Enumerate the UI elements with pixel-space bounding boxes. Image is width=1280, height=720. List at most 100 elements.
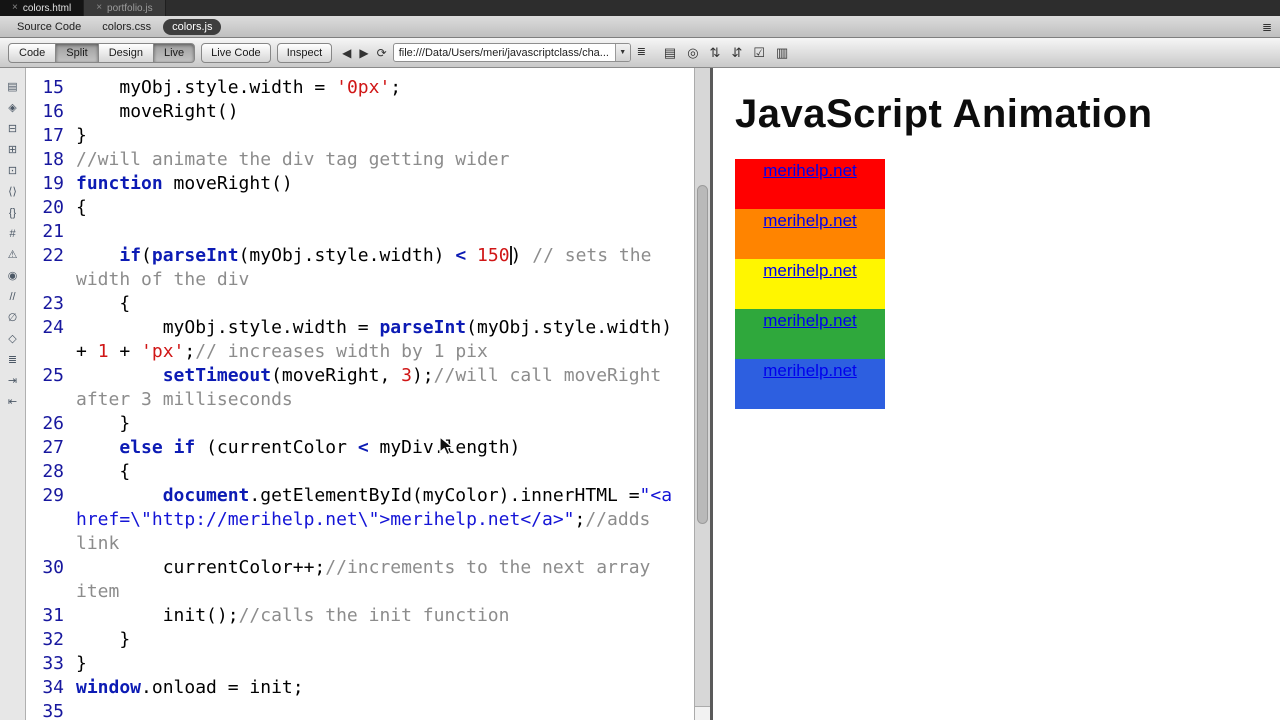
open-documents-icon[interactable]: ▤ <box>7 82 17 93</box>
view-mode-button[interactable]: Live <box>152 42 196 63</box>
code-line[interactable]: 27 else if (currentColor < myDiv.length) <box>26 436 694 460</box>
code-token: if <box>173 437 196 458</box>
code-token: ; <box>390 77 402 98</box>
code-token: 3 <box>401 365 412 386</box>
code-line[interactable]: 21 <box>26 220 694 244</box>
address-bar[interactable]: file:///Data/Users/meri/javascriptclass/… <box>392 43 631 62</box>
code-token: init(); <box>76 605 239 626</box>
color-box: merihelp.net <box>735 359 885 409</box>
get-put-files-icon[interactable]: ⇅ <box>710 46 721 59</box>
merihelp-link[interactable]: merihelp.net <box>763 261 857 280</box>
code-token: myObj.style.width = <box>76 77 337 98</box>
wrap-tag-icon[interactable]: ◇ <box>8 334 16 345</box>
merihelp-link[interactable]: merihelp.net <box>763 311 857 330</box>
code-line[interactable]: 34 window.onload = init; <box>26 676 694 700</box>
address-text: file:///Data/Users/meri/javascriptclass/… <box>398 46 609 59</box>
code-line[interactable]: 22 if(parseInt(myObj.style.width) < 150)… <box>26 244 694 292</box>
code-scrollbar[interactable] <box>694 68 710 720</box>
check-in-out-icon[interactable]: ⇵ <box>731 46 742 59</box>
code-line[interactable]: 25 setTimeout(moveRight, 3);//will call … <box>26 364 694 412</box>
line-number: 24 <box>42 317 64 338</box>
code-line[interactable]: 20 { <box>26 196 694 220</box>
document-tab[interactable]: × colors.html <box>0 0 85 16</box>
validate-markup-icon[interactable]: ☑ <box>753 46 765 59</box>
expand-all-icon[interactable]: ⊡ <box>8 166 17 177</box>
code-token: + <box>108 341 142 362</box>
close-tab-icon[interactable]: × <box>96 3 102 13</box>
syntax-error-alerts-icon[interactable]: ◉ <box>8 271 18 282</box>
code-line[interactable]: 23 { <box>26 292 694 316</box>
line-content: } <box>76 124 676 148</box>
color-box: merihelp.net <box>735 159 885 209</box>
code-line[interactable]: 24 myObj.style.width = parseInt(myObj.st… <box>26 316 694 364</box>
page-heading: JavaScript Animation <box>735 92 1153 136</box>
close-tab-icon[interactable]: × <box>12 3 18 13</box>
code-token: (currentColor <box>195 437 358 458</box>
address-dropdown-icon[interactable]: ▼ <box>614 44 630 61</box>
code-editor[interactable]: 15 myObj.style.width = '0px'; 16 moveRig… <box>26 68 694 720</box>
live-view-panel: JavaScript Animation merihelp.net merihe… <box>713 68 1280 720</box>
code-token: (moveRight, <box>271 365 402 386</box>
code-line[interactable]: 32 } <box>26 628 694 652</box>
line-content <box>76 700 676 720</box>
live-code-button[interactable]: Live Code <box>201 42 271 63</box>
show-code-navigator-icon[interactable]: ◈ <box>8 103 16 114</box>
outdent-code-icon[interactable]: ⇤ <box>8 397 17 408</box>
code-line[interactable]: 28 { <box>26 460 694 484</box>
code-token: ; <box>574 509 586 530</box>
view-mode-button[interactable]: Design <box>97 42 154 63</box>
code-line[interactable]: 18 //will animate the div tag getting wi… <box>26 148 694 172</box>
merihelp-link[interactable]: merihelp.net <box>763 361 857 380</box>
code-line[interactable]: 33 } <box>26 652 694 676</box>
view-mode-button[interactable]: Split <box>55 42 99 63</box>
panel-menu-icon[interactable]: ≣ <box>1262 20 1272 34</box>
code-line[interactable]: 35 <box>26 700 694 720</box>
code-line[interactable]: 19 function moveRight() <box>26 172 694 196</box>
code-token: ( <box>141 245 152 266</box>
code-line[interactable]: 31 init();//calls the init function <box>26 604 694 628</box>
code-line[interactable]: 26 } <box>26 412 694 436</box>
document-tab[interactable]: × portfolio.js <box>84 0 166 16</box>
select-parent-tag-icon[interactable]: ⟨⟩ <box>8 187 17 198</box>
line-content: myObj.style.width = parseInt(myObj.style… <box>76 316 676 364</box>
coding-toolbar: ▤ ◈ ⊟ ⊞ ⊡ ⟨⟩ {} # ⚠ ◉ // ∅ ◇ ≣ ⇥ ⇤ <box>0 68 26 720</box>
code-line[interactable]: 30 currentColor++;//increments to the ne… <box>26 556 694 604</box>
related-file-item[interactable]: colors.js <box>163 18 222 35</box>
merihelp-link[interactable]: merihelp.net <box>763 211 857 230</box>
compare-files-icon[interactable]: ▥ <box>776 46 788 59</box>
merihelp-link[interactable]: merihelp.net <box>763 161 857 180</box>
code-line[interactable]: 15 myObj.style.width = '0px'; <box>26 76 694 100</box>
code-line[interactable]: 17 } <box>26 124 694 148</box>
code-line[interactable]: 16 moveRight() <box>26 100 694 124</box>
refresh-icon[interactable]: ⟳ <box>377 47 387 59</box>
code-navigator-icon[interactable]: ≣ <box>637 47 646 58</box>
balance-braces-icon[interactable]: {} <box>9 208 16 219</box>
preview-in-browser-icon[interactable]: ◎ <box>687 46 698 59</box>
inspect-button[interactable]: Inspect <box>276 42 333 63</box>
remove-comment-icon[interactable]: ∅ <box>8 313 18 324</box>
highlight-invalid-code-icon[interactable]: ⚠ <box>8 250 18 261</box>
code-token: { <box>76 461 131 482</box>
scrollbar-corner <box>695 706 710 720</box>
related-file-item[interactable]: Source Code <box>8 19 90 35</box>
related-file-item[interactable]: colors.css <box>93 19 160 35</box>
apply-comment-icon[interactable]: // <box>9 292 15 303</box>
forward-icon[interactable]: ▶ <box>359 47 368 59</box>
collapse-selection-icon[interactable]: ⊞ <box>8 145 17 156</box>
file-management-icon[interactable]: ▤ <box>664 46 676 59</box>
code-line[interactable]: 29 document.getElementById(myColor).inne… <box>26 484 694 556</box>
line-numbers-icon[interactable]: # <box>9 229 15 240</box>
code-token: } <box>76 125 87 146</box>
indent-code-icon[interactable]: ⇥ <box>8 376 17 387</box>
line-number: 33 <box>42 653 64 674</box>
view-mode-button[interactable]: Code <box>8 42 57 63</box>
scrollbar-thumb[interactable] <box>697 185 708 525</box>
back-icon[interactable]: ◀ <box>342 47 351 59</box>
code-token: function <box>76 173 163 194</box>
collapse-full-tag-icon[interactable]: ⊟ <box>8 124 17 135</box>
recent-snippets-icon[interactable]: ≣ <box>8 355 17 366</box>
code-token: '0px' <box>336 77 391 98</box>
